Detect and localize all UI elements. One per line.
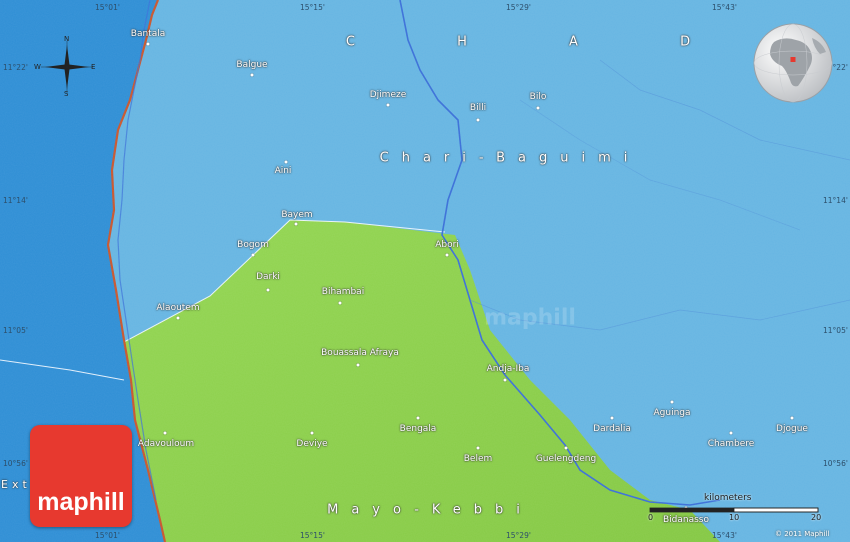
region-label-mayo-kebbi: Mayo-Kebbi [327, 502, 533, 518]
copyright-text: © 2011 Maphill [775, 530, 830, 538]
maphill-logo[interactable]: maphill [30, 425, 132, 527]
place-label-andja-iba[interactable]: Andja-Iba [487, 364, 530, 374]
place-label-bihambai[interactable]: Bihambai [322, 287, 364, 297]
place-marker [338, 301, 342, 305]
place-label-deviye[interactable]: Deviye [296, 439, 327, 449]
place-marker [670, 400, 674, 404]
coord-top-1: 15°01' [95, 3, 120, 12]
place-marker [790, 416, 794, 420]
coord-bottom-3: 15°29' [506, 531, 531, 540]
place-marker [251, 253, 255, 257]
globe-locator [752, 22, 834, 104]
coord-top-2: 15°15' [300, 3, 325, 12]
place-label-guelengdeng[interactable]: Guelengdeng [536, 454, 596, 464]
scale-title: kilometers [704, 493, 752, 503]
place-label-adavouloum[interactable]: Adavouloum [138, 439, 194, 449]
place-marker [176, 316, 180, 320]
place-label-bilo[interactable]: Bilo [530, 92, 547, 102]
place-marker [503, 378, 507, 382]
coord-right-4: 10°56' [823, 459, 848, 468]
coord-bottom-4: 15°43' [712, 531, 737, 540]
place-label-bengala[interactable]: Bengala [400, 424, 437, 434]
compass-south: S [64, 90, 69, 98]
place-label-dardalia[interactable]: Dardalia [593, 424, 631, 434]
logo-text: maphill [37, 488, 125, 516]
place-marker [250, 73, 254, 77]
scale-tick-0: 0 [648, 513, 654, 522]
place-marker [163, 431, 167, 435]
place-label-billi[interactable]: Billi [470, 103, 486, 113]
place-label-bouassala-afraya[interactable]: Bouassala Afraya [321, 348, 399, 358]
scale-tick-20: 20 [811, 513, 822, 522]
place-marker [386, 103, 390, 107]
place-marker [445, 253, 449, 257]
place-marker [416, 416, 420, 420]
place-label-darki[interactable]: Darki [256, 272, 280, 282]
region-label-chari-baguimi: Chari-Baguimi [379, 150, 641, 166]
place-marker [266, 288, 270, 292]
coord-bottom-1: 15°01' [95, 531, 120, 540]
place-marker [294, 222, 298, 226]
place-label-bogom[interactable]: Bogom [237, 240, 269, 250]
place-marker [146, 42, 150, 46]
place-marker [610, 416, 614, 420]
place-label-abori[interactable]: Abori [435, 240, 459, 250]
coord-right-2: 11°14' [823, 196, 848, 205]
scale-tick-10: 10 [729, 513, 740, 522]
region-label-extreme-nord: Ext [1, 478, 31, 491]
place-label-alaoutem[interactable]: Alaoutem [156, 303, 199, 313]
coord-bottom-2: 15°15' [300, 531, 325, 540]
place-label-djogue[interactable]: Djogue [776, 424, 808, 434]
country-label: C H A D [345, 34, 695, 50]
place-label-djimeze[interactable]: Djimeze [370, 90, 407, 100]
globe-icon [753, 23, 833, 103]
coord-top-4: 15°43' [712, 3, 737, 12]
compass-north: N [64, 35, 70, 43]
coord-left-1: 11°22' [3, 63, 28, 72]
place-marker [284, 160, 288, 164]
place-marker [729, 431, 733, 435]
place-marker [476, 446, 480, 450]
place-marker [310, 431, 314, 435]
watermark: maphill [484, 305, 576, 331]
compass-east: E [91, 63, 96, 71]
coord-left-2: 11°14' [3, 196, 28, 205]
compass-west: W [34, 63, 41, 71]
place-marker [536, 106, 540, 110]
place-marker [564, 446, 568, 450]
place-marker [356, 363, 360, 367]
compass-rose: N S E W [30, 35, 100, 100]
scale-bar: kilometers 0 10 20 [648, 493, 822, 525]
place-label-bayem[interactable]: Bayem [281, 210, 312, 220]
place-label-belem[interactable]: Belem [464, 454, 493, 464]
place-label-aini[interactable]: Aini [275, 166, 292, 176]
map-canvas[interactable]: 15°01' 15°15' 15°29' 15°43' 15°01' 15°15… [0, 0, 850, 542]
place-marker [476, 118, 480, 122]
coord-left-3: 11°05' [3, 326, 28, 335]
coord-left-4: 10°56' [3, 459, 28, 468]
place-label-aguinga[interactable]: Aguinga [653, 408, 690, 418]
coord-top-3: 15°29' [506, 3, 531, 12]
place-label-chambere[interactable]: Chambere [708, 439, 755, 449]
coord-right-3: 11°05' [823, 326, 848, 335]
place-label-bantala[interactable]: Bantala [131, 29, 165, 39]
place-label-balgue[interactable]: Balgue [236, 60, 267, 70]
